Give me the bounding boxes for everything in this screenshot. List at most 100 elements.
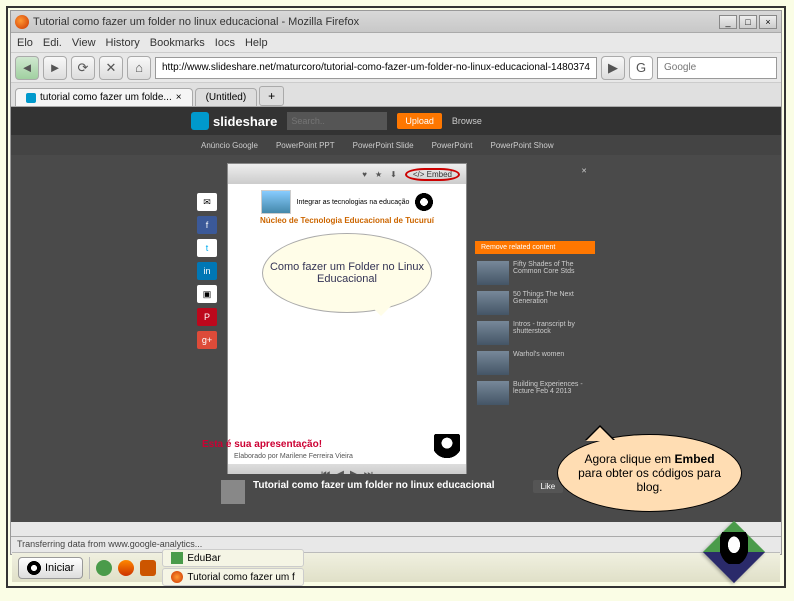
related-label: Building Experiences - lecture Feb 4 201… <box>513 381 593 405</box>
callout-text: Agora clique em Embed para obter os códi… <box>572 452 727 494</box>
task-icon <box>171 552 183 564</box>
main-callout-text: Como fazer um Folder no Linux Educaciona… <box>263 261 431 285</box>
taskbar-app-icon[interactable] <box>140 560 156 576</box>
menu-file[interactable]: Elo <box>17 37 33 49</box>
presentation-title: Tutorial como fazer um folder no linux e… <box>253 480 495 491</box>
menu-view[interactable]: View <box>72 37 96 49</box>
related-label: 50 Things The Next Generation <box>513 291 593 315</box>
slideshare-topnav: Anúncio Google PowerPoint PPT PowerPoint… <box>11 135 781 155</box>
slideshare-logo-text: slideshare <box>213 114 277 129</box>
home-button[interactable]: ⌂ <box>127 56 151 80</box>
embed-button[interactable]: </> Embed <box>405 168 460 181</box>
thumbnail <box>477 291 509 315</box>
slide-toolbar: ♥ ★ ⬇ </> Embed <box>228 164 466 184</box>
search-input[interactable] <box>657 57 777 79</box>
go-button[interactable]: ▶ <box>601 56 625 80</box>
slide-header-row: Integrar as tecnologias na educação <box>234 190 460 214</box>
caption-apresentacao: Esta é sua apresentação! <box>202 439 322 450</box>
thumbnail <box>477 351 509 375</box>
slideshare-logo-icon <box>191 112 209 130</box>
topnav-item[interactable]: Anúncio Google <box>201 141 258 150</box>
minimize-button[interactable]: _ <box>719 15 737 29</box>
close-button[interactable]: × <box>759 15 777 29</box>
share-email-icon[interactable]: ✉ <box>197 193 217 211</box>
reload-button[interactable]: ⟳ <box>71 56 95 80</box>
slide-header-image <box>261 190 291 214</box>
slideshare-favicon <box>26 93 36 103</box>
tab-label: (Untitled) <box>206 92 247 103</box>
slideshare-logo[interactable]: slideshare <box>191 112 277 130</box>
back-button[interactable]: ◄ <box>15 56 39 80</box>
share-facebook-icon[interactable]: f <box>197 216 217 234</box>
penguin-icon <box>415 193 433 211</box>
nav-toolbar: ◄ ► ⟳ ✕ ⌂ ▶ G <box>11 53 781 83</box>
related-label: Warhol's women <box>513 351 564 375</box>
related-label: Fifty Shades of The Common Core Stds <box>513 261 593 285</box>
avatar[interactable] <box>221 480 245 504</box>
google-icon: G <box>629 56 653 80</box>
related-item[interactable]: Warhol's women <box>475 348 595 378</box>
close-panel-button[interactable]: ✕ <box>475 163 595 179</box>
main-callout: Como fazer um Folder no Linux Educaciona… <box>262 233 432 313</box>
firefox-icon <box>15 15 29 29</box>
slide-content: Integrar as tecnologias na educação Núcl… <box>228 184 466 464</box>
toolbar-item[interactable]: ⬇ <box>390 170 397 179</box>
new-tab-button[interactable]: + <box>259 86 284 106</box>
slideshare-header: slideshare Upload Browse <box>11 107 781 135</box>
share-twitter-icon[interactable]: t <box>197 239 217 257</box>
topnav-item[interactable]: PowerPoint <box>432 141 473 150</box>
penguin-icon <box>720 532 748 564</box>
toolbar-item[interactable]: ♥ <box>362 170 367 179</box>
menu-tools[interactable]: Iocs <box>215 37 235 49</box>
linux-educacional-logo <box>706 528 762 576</box>
menu-bookmarks[interactable]: Bookmarks <box>150 37 205 49</box>
tab-untitled[interactable]: (Untitled) <box>195 88 258 106</box>
tab-close-icon[interactable]: × <box>176 92 182 103</box>
window-title: Tutorial como fazer um folder no linux e… <box>33 16 717 28</box>
menu-help[interactable]: Help <box>245 37 268 49</box>
taskbar-item-edubar[interactable]: EduBar <box>162 549 303 567</box>
start-icon <box>27 561 41 575</box>
browse-link[interactable]: Browse <box>452 116 482 126</box>
toolbar-item[interactable]: ★ <box>375 170 382 179</box>
start-button[interactable]: Iniciar <box>18 557 83 579</box>
tab-label: tutorial como fazer um folde... <box>40 92 172 103</box>
related-label: Intros - transcript by shutterstock <box>513 321 593 345</box>
task-label: Tutorial como fazer um f <box>187 572 294 583</box>
taskbar-app-icon[interactable] <box>118 560 134 576</box>
related-header: Remove related content <box>475 241 595 254</box>
stop-button[interactable]: ✕ <box>99 56 123 80</box>
related-item[interactable]: 50 Things The Next Generation <box>475 288 595 318</box>
topnav-item[interactable]: PowerPoint Show <box>490 141 553 150</box>
menu-edit[interactable]: Edi. <box>43 37 62 49</box>
related-item[interactable]: Fifty Shades of The Common Core Stds <box>475 258 595 288</box>
task-label: EduBar <box>187 553 220 564</box>
taskbar-app-icon[interactable] <box>96 560 112 576</box>
instruction-callout: Agora clique em Embed para obter os códi… <box>557 434 742 512</box>
maximize-button[interactable]: □ <box>739 15 757 29</box>
related-item[interactable]: Intros - transcript by shutterstock <box>475 318 595 348</box>
slideshare-search-input[interactable] <box>287 112 387 130</box>
topnav-item[interactable]: PowerPoint PPT <box>276 141 335 150</box>
slide-header-text: Integrar as tecnologias na educação <box>297 199 410 206</box>
menu-history[interactable]: History <box>106 37 140 49</box>
related-item[interactable]: Building Experiences - lecture Feb 4 201… <box>475 378 595 408</box>
forward-button[interactable]: ► <box>43 56 67 80</box>
topnav-item[interactable]: PowerPoint Slide <box>353 141 414 150</box>
share-generic-icon[interactable]: ▣ <box>197 285 217 303</box>
status-text: Transferring data from www.google-analyt… <box>17 539 202 549</box>
start-label: Iniciar <box>45 562 74 574</box>
penguin-icon <box>434 434 460 460</box>
share-gplus-icon[interactable]: g+ <box>197 331 217 349</box>
tab-bar: tutorial como fazer um folde... × (Untit… <box>11 83 781 107</box>
tab-active[interactable]: tutorial como fazer um folde... × <box>15 88 193 106</box>
thumbnail <box>477 261 509 285</box>
slide-author: Elaborado por Marilene Ferreira Vieira <box>234 453 353 460</box>
upload-button[interactable]: Upload <box>397 113 442 129</box>
menubar: Elo Edi. View History Bookmarks Iocs Hel… <box>11 33 781 53</box>
taskbar-item-tutorial[interactable]: Tutorial como fazer um f <box>162 568 303 586</box>
url-bar[interactable] <box>155 57 597 79</box>
share-linkedin-icon[interactable]: in <box>197 262 217 280</box>
thumbnail <box>477 321 509 345</box>
share-pinterest-icon[interactable]: P <box>197 308 217 326</box>
